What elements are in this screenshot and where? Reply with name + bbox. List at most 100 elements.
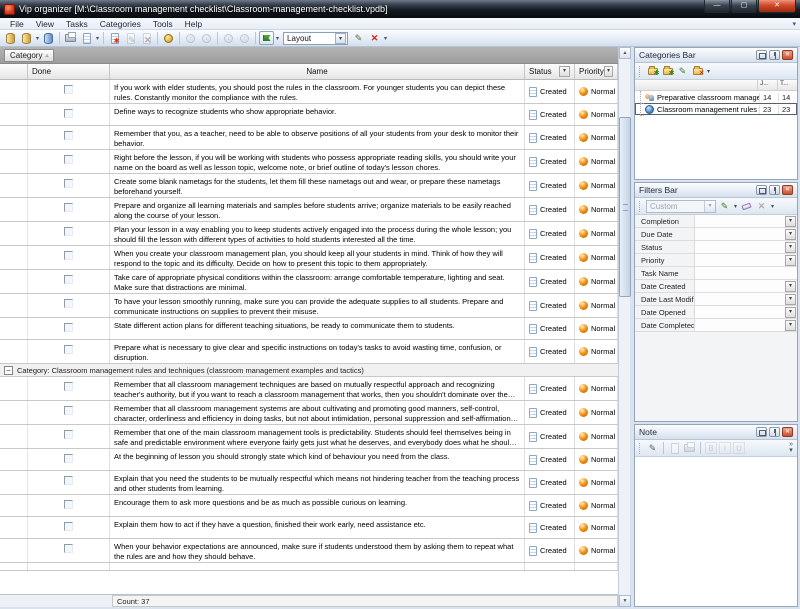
table-row[interactable]: Take care of appropriate physical condit… — [0, 270, 618, 294]
table-row[interactable]: Remember that all classroom management s… — [0, 401, 618, 425]
filters-close-icon[interactable]: ✕ — [782, 185, 793, 195]
menu-tasks[interactable]: Tasks — [60, 18, 94, 30]
maximize-button[interactable]: ▢ — [731, 0, 757, 13]
filter-row[interactable]: Date Completed▾ — [635, 319, 797, 332]
table-row[interactable]: When your behavior expectations are anno… — [0, 539, 618, 563]
print-preview-button[interactable] — [79, 31, 94, 45]
filter-value-field[interactable] — [695, 293, 785, 305]
done-checkbox[interactable] — [64, 203, 73, 212]
filter-dropdown-icon[interactable]: ▾ — [785, 242, 796, 253]
done-checkbox[interactable] — [64, 500, 73, 509]
filter-row[interactable]: Status▾ — [635, 241, 797, 254]
layout-combobox[interactable]: Layout ▾ — [283, 32, 348, 45]
table-row[interactable]: Plan your lesson in a way enabling you t… — [0, 222, 618, 246]
toolbar-grip[interactable] — [639, 443, 642, 454]
done-checkbox[interactable] — [64, 275, 73, 284]
group-by-category-button[interactable]: Category ▵ — [4, 49, 54, 62]
clear-filter-button[interactable] — [740, 200, 753, 212]
table-row[interactable]: Remember that you, as a teacher, need to… — [0, 126, 618, 150]
filter-value-field[interactable] — [695, 267, 797, 279]
menu-tools[interactable]: Tools — [147, 18, 179, 30]
categories-restore-icon[interactable] — [756, 50, 767, 60]
done-checkbox[interactable] — [64, 179, 73, 188]
print-button[interactable] — [63, 31, 78, 45]
header-status[interactable]: Status▾ — [525, 64, 575, 79]
save-note-button[interactable] — [668, 442, 681, 454]
table-row[interactable]: When you create your classroom managemen… — [0, 246, 618, 270]
edit-category-button[interactable]: ✎ — [676, 65, 689, 77]
filter-row[interactable]: Date Opened▾ — [635, 306, 797, 319]
move-down-button[interactable]: ↓ — [199, 31, 214, 45]
filter-row[interactable]: Task Name — [635, 267, 797, 280]
filter-value-field[interactable] — [695, 254, 785, 266]
filter-row[interactable]: Date Last Modified▾ — [635, 293, 797, 306]
menubar-overflow-icon[interactable]: ▾ — [792, 20, 796, 28]
filter-dropdown-icon[interactable]: ▾ — [785, 216, 796, 227]
scrollbar-thumb[interactable] — [619, 117, 631, 297]
edit-task-button[interactable]: ✎ — [123, 31, 138, 45]
table-row[interactable]: State different action plans for differe… — [0, 318, 618, 340]
toolbar-overflow-icon[interactable]: ▾ — [383, 35, 388, 42]
italic-button[interactable]: I — [719, 442, 731, 454]
save-database-button[interactable] — [41, 31, 56, 45]
header-name[interactable]: Name — [110, 64, 525, 79]
done-checkbox[interactable] — [64, 476, 73, 485]
bold-button[interactable]: B — [705, 442, 717, 454]
layout-flag-dropdown-icon[interactable]: ▾ — [275, 35, 280, 42]
filter-dropdown-icon[interactable]: ▾ — [785, 294, 796, 305]
open-database-button[interactable] — [19, 31, 34, 45]
toolbar-grip[interactable] — [639, 201, 642, 212]
edit-note-button[interactable]: ✎ — [646, 442, 659, 454]
done-checkbox[interactable] — [64, 155, 73, 164]
table-row[interactable]: Explain them how to act if they have a q… — [0, 517, 618, 539]
filter-row[interactable]: Due Date▾ — [635, 228, 797, 241]
scroll-up-icon[interactable]: ▲ — [619, 47, 631, 59]
scroll-down-icon[interactable]: ▼ — [619, 595, 631, 607]
toolbar-grip[interactable] — [639, 66, 642, 77]
menu-categories[interactable]: Categories — [94, 18, 147, 30]
done-checkbox[interactable] — [64, 522, 73, 531]
done-checkbox[interactable] — [64, 454, 73, 463]
done-checkbox[interactable] — [64, 299, 73, 308]
menu-help[interactable]: Help — [179, 18, 208, 30]
filter-dropdown-icon[interactable]: ▾ — [785, 281, 796, 292]
new-subcategory-button[interactable]: ✱ — [661, 65, 674, 77]
open-database-dropdown-icon[interactable]: ▾ — [35, 35, 40, 42]
new-database-button[interactable] — [3, 31, 18, 45]
categories-pin-icon[interactable] — [769, 50, 780, 60]
menu-file[interactable]: File — [4, 18, 30, 30]
done-checkbox[interactable] — [64, 85, 73, 94]
filters-toolbar-overflow-icon[interactable]: ▾ — [770, 203, 775, 210]
note-close-icon[interactable]: ✕ — [782, 427, 793, 437]
filter-preset-dropdown-icon[interactable]: ▾ — [704, 201, 715, 212]
done-checkbox[interactable] — [64, 251, 73, 260]
category-group-header[interactable]: − Category: Classroom management rules a… — [0, 364, 618, 377]
filter-dropdown-icon[interactable]: ▾ — [785, 320, 796, 331]
note-toolbar-dropdown-icon[interactable]: ▾ — [789, 448, 793, 454]
filter-row[interactable]: Date Created▾ — [635, 280, 797, 293]
apply-filter-dropdown-icon[interactable]: ▾ — [733, 203, 738, 210]
filter-row[interactable]: Completion▾ — [635, 215, 797, 228]
filter-preset-combobox[interactable]: Custom ▾ — [646, 200, 716, 213]
table-row[interactable]: Prepare what is necessary to give clear … — [0, 340, 618, 364]
done-checkbox[interactable] — [64, 323, 73, 332]
header-priority[interactable]: Priority▾ — [575, 64, 618, 79]
table-row[interactable]: At the beginning of lesson you should st… — [0, 449, 618, 471]
category-item[interactable]: Preparative classroom management a 14 14 — [635, 91, 797, 103]
filter-row[interactable]: Priority▾ — [635, 254, 797, 267]
filter-value-field[interactable] — [695, 241, 785, 253]
done-checkbox[interactable] — [64, 345, 73, 354]
filter-value-field[interactable] — [695, 280, 785, 292]
print-overflow-icon[interactable]: ▾ — [95, 35, 100, 42]
note-pin-icon[interactable] — [769, 427, 780, 437]
filters-pin-icon[interactable] — [769, 185, 780, 195]
done-checkbox[interactable] — [64, 406, 73, 415]
layout-combobox-dropdown-icon[interactable]: ▾ — [335, 33, 346, 44]
tree-column-2[interactable]: T... — [777, 80, 797, 90]
priority-filter-icon[interactable]: ▾ — [604, 66, 613, 77]
filter-value-field[interactable] — [695, 228, 785, 240]
done-checkbox[interactable] — [64, 227, 73, 236]
filter-value-field[interactable] — [695, 319, 785, 331]
categories-toolbar-overflow-icon[interactable]: ▾ — [706, 68, 711, 75]
collapse-all-button[interactable]: ↑ — [237, 31, 252, 45]
